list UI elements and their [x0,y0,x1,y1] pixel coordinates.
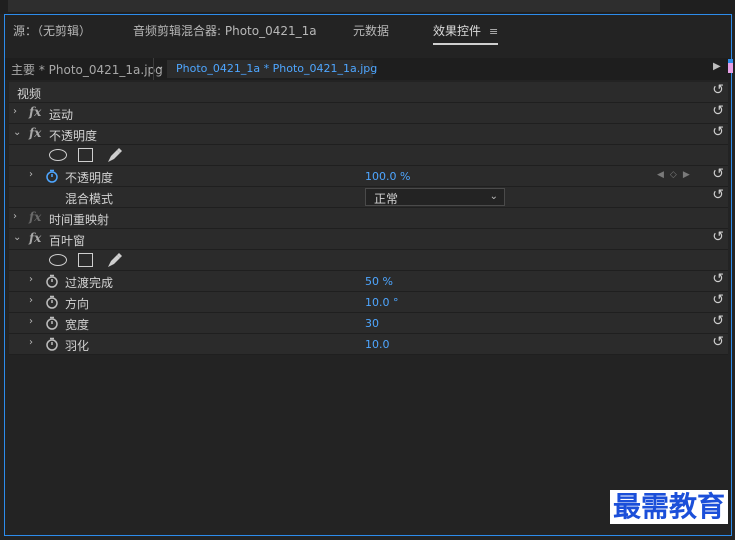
param-row-opacity[interactable]: › 不透明度 100.0 % ◀◇▶ ↺ [9,166,728,187]
sequence-clip-selector[interactable]: Photo_0421_1a * Photo_0421_1a.jpg [167,60,377,78]
fx-icon[interactable]: fx [29,105,41,119]
param-row-blend-mode[interactable]: 混合模式 正常 ⌄ ↺ [9,187,728,208]
panel-menu-icon[interactable]: ≡ [489,23,498,41]
reset-icon[interactable]: ↺ [712,271,724,287]
param-value-opacity[interactable]: 100.0 % [365,170,410,183]
rectangle-mask-icon[interactable] [78,148,93,162]
param-value[interactable]: 50 % [365,275,393,288]
chevron-down-icon: ⌄ [489,191,498,202]
chevron-right-icon[interactable]: › [29,169,33,180]
ellipse-mask-icon[interactable] [49,149,67,161]
chevron-right-icon[interactable]: › [29,316,33,327]
reset-icon[interactable]: ↺ [712,187,724,203]
play-triangle-icon[interactable]: ▶ [713,61,721,72]
param-row-direction[interactable]: › 方向 10.0 ° ↺ [9,292,728,313]
reset-icon[interactable]: ↺ [712,166,724,182]
param-label-blend-mode: 混合模式 [65,192,114,206]
chevron-down-icon[interactable]: ⌄ [13,127,21,138]
reset-icon[interactable]: ↺ [712,82,724,98]
param-value[interactable]: 10.0 ° [365,296,399,309]
param-row-width[interactable]: › 宽度 30 ↺ [9,313,728,334]
top-strip [0,0,735,14]
chevron-right-icon[interactable]: › [29,295,33,306]
fx-icon[interactable]: fx [29,231,41,245]
top-strip-scroll [8,0,660,12]
reset-icon[interactable]: ↺ [712,103,724,119]
timeline-clip-marker[interactable] [728,63,733,73]
blend-mode-value: 正常 [374,192,399,206]
effect-row-motion[interactable]: › fx 运动 ↺ [9,103,728,124]
tab-audio-clip-mixer[interactable]: 音频剪辑混合器: Photo_0421_1a [133,22,317,40]
effect-controls-panel: 源：（无剪辑） 音频剪辑混合器: Photo_0421_1a 元数据 效果控件 ≡… [4,14,733,536]
reset-icon[interactable]: ↺ [712,334,724,350]
stopwatch-active-icon[interactable] [45,169,59,183]
chevron-right-icon[interactable]: › [29,274,33,285]
param-label-opacity: 不透明度 [65,171,114,185]
param-value[interactable]: 10.0 [365,338,390,351]
tab-metadata[interactable]: 元数据 [353,22,389,40]
effect-label-opacity: 不透明度 [49,129,98,143]
param-label: 方向 [65,297,90,311]
stopwatch-icon[interactable] [45,274,59,288]
mask-tools-row-opacity [9,145,728,166]
chevron-down-icon[interactable]: ⌄ [13,232,21,243]
param-row-transition-completion[interactable]: › 过渡完成 50 % ↺ [9,271,728,292]
param-label: 羽化 [65,339,90,353]
stopwatch-icon[interactable] [45,295,59,309]
active-tab-underline [433,43,499,45]
sequence-divider [153,58,154,80]
pen-mask-icon[interactable] [105,146,123,164]
keyframe-navigator[interactable]: ◀◇▶ [657,170,696,180]
param-label: 过渡完成 [65,276,114,290]
reset-icon[interactable]: ↺ [712,229,724,245]
video-header-label: 视频 [17,87,42,101]
effect-label-blinds: 百叶窗 [49,234,86,248]
chevron-right-icon[interactable]: › [29,337,33,348]
mask-tools-row-blinds [9,250,728,271]
param-row-feather[interactable]: › 羽化 10.0 ↺ [9,334,728,355]
master-clip-label[interactable]: 主要 * Photo_0421_1a.jpg [11,61,163,78]
effect-row-time-remap[interactable]: › fx 时间重映射 [9,208,728,229]
reset-icon[interactable]: ↺ [712,292,724,308]
blend-mode-dropdown[interactable]: 正常 ⌄ [365,188,505,206]
effects-list: 视频 ↺ › fx 运动 ↺ ⌄ fx 不透明度 ↺ › 不透明度 100.0 … [9,82,728,355]
sequence-bar: 主要 * Photo_0421_1a.jpg ⌄ Photo_0421_1a *… [5,58,731,80]
effect-label-time-remap: 时间重映射 [49,213,110,227]
pen-mask-icon[interactable] [105,251,123,269]
param-label: 宽度 [65,318,90,332]
param-value[interactable]: 30 [365,317,379,330]
panel-tabs: 源：（无剪辑） 音频剪辑混合器: Photo_0421_1a 元数据 效果控件 ≡ [5,15,731,45]
stopwatch-icon[interactable] [45,337,59,351]
chevron-right-icon[interactable]: › [13,211,17,222]
chevron-right-icon[interactable]: › [13,106,17,117]
stopwatch-icon[interactable] [45,316,59,330]
fx-icon: fx [29,210,42,224]
ellipse-mask-icon[interactable] [49,254,67,266]
effect-row-opacity[interactable]: ⌄ fx 不透明度 ↺ [9,124,728,145]
effect-label-motion: 运动 [49,108,74,122]
chevron-down-icon[interactable]: ⌄ [156,61,164,72]
fx-icon[interactable]: fx [29,126,41,140]
video-section-header: 视频 ↺ [9,82,728,103]
rectangle-mask-icon[interactable] [78,253,93,267]
tab-effect-controls[interactable]: 效果控件 ≡ [433,22,499,45]
tab-effect-controls-label: 效果控件 [433,24,482,38]
reset-icon[interactable]: ↺ [712,313,724,329]
effect-row-blinds[interactable]: ⌄ fx 百叶窗 ↺ [9,229,728,250]
reset-icon[interactable]: ↺ [712,124,724,140]
watermark-logo: 最需教育 [610,490,729,524]
tab-source[interactable]: 源：（无剪辑） [13,22,91,40]
